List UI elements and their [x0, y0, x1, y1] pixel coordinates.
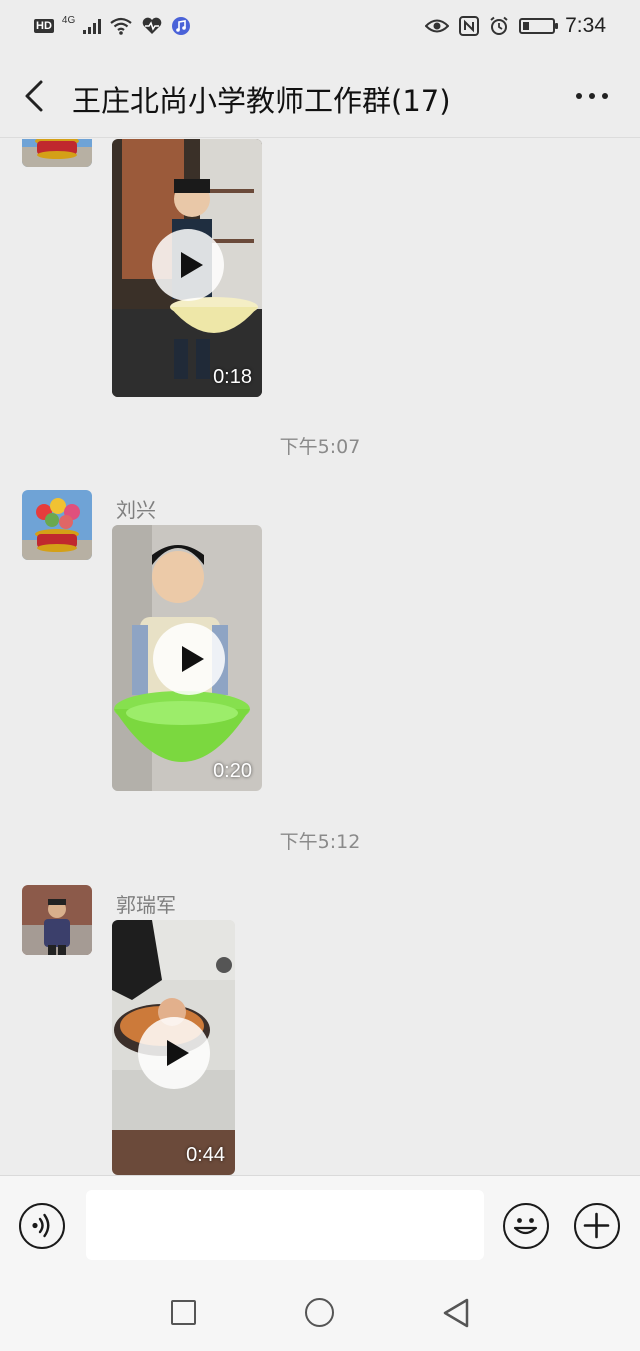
plus-button[interactable] [574, 1203, 620, 1249]
chat-header: 王庄北尚小学教师工作群(17) [0, 56, 640, 138]
message-input[interactable] [86, 1190, 484, 1260]
avatar[interactable] [22, 885, 92, 955]
avatar[interactable] [22, 139, 92, 167]
play-icon[interactable] [153, 623, 225, 695]
voice-button[interactable] [19, 1203, 65, 1249]
status-left: HD 4G [34, 14, 191, 36]
flower-basket-avatar [22, 490, 92, 560]
battery-level [523, 22, 530, 30]
video-message[interactable]: 0:20 [112, 525, 262, 791]
video-message[interactable]: 0:18 [112, 139, 262, 397]
sender-name: 郭瑞军 [116, 893, 176, 917]
alarm-icon [490, 16, 508, 35]
timestamp: 下午5:12 [279, 831, 361, 853]
system-nav-bar [0, 1273, 640, 1351]
status-bar: HD 4G 7:34 [0, 0, 640, 56]
nfc-icon [459, 16, 480, 36]
back-button[interactable] [16, 76, 56, 116]
wifi-icon [110, 17, 132, 35]
flower-basket-avatar [22, 139, 92, 167]
person-avatar [22, 885, 92, 955]
sender-name: 刘兴 [116, 498, 156, 522]
recent-apps-icon[interactable] [171, 1300, 196, 1325]
timestamp: 下午5:07 [279, 436, 361, 458]
more-button[interactable] [572, 86, 612, 106]
voice-icon [32, 1213, 50, 1238]
music-icon [172, 17, 191, 35]
input-bar [0, 1175, 640, 1273]
clock: 7:34 [565, 14, 606, 37]
video-duration: 0:44 [186, 1144, 225, 1166]
network-type: 4G [61, 14, 76, 26]
video-duration: 0:20 [213, 760, 252, 782]
home-icon[interactable] [305, 1298, 334, 1327]
back-icon[interactable] [441, 1297, 471, 1329]
video-message[interactable]: 0:44 [112, 920, 235, 1175]
status-right: 7:34 [425, 14, 606, 38]
avatar[interactable] [22, 490, 92, 560]
page-title: 王庄北尚小学教师工作群(17) [72, 84, 451, 118]
play-icon[interactable] [138, 1017, 210, 1089]
video-duration: 0:18 [213, 366, 252, 388]
emoji-icon [513, 1218, 538, 1235]
plus-icon [583, 1212, 610, 1239]
more-dots-icon [576, 93, 582, 99]
message-list[interactable]: 0:18 下午5:07 刘兴 0:20 下午5:12 郭瑞军 0:44 [0, 139, 640, 1175]
chevron-left-icon [25, 80, 43, 112]
battery-icon [519, 18, 559, 34]
hd-icon: HD [34, 19, 54, 33]
signal-icon [83, 18, 102, 34]
health-icon [142, 17, 162, 34]
emoji-button[interactable] [503, 1203, 549, 1249]
eye-icon [425, 19, 450, 33]
play-icon[interactable] [152, 229, 224, 301]
